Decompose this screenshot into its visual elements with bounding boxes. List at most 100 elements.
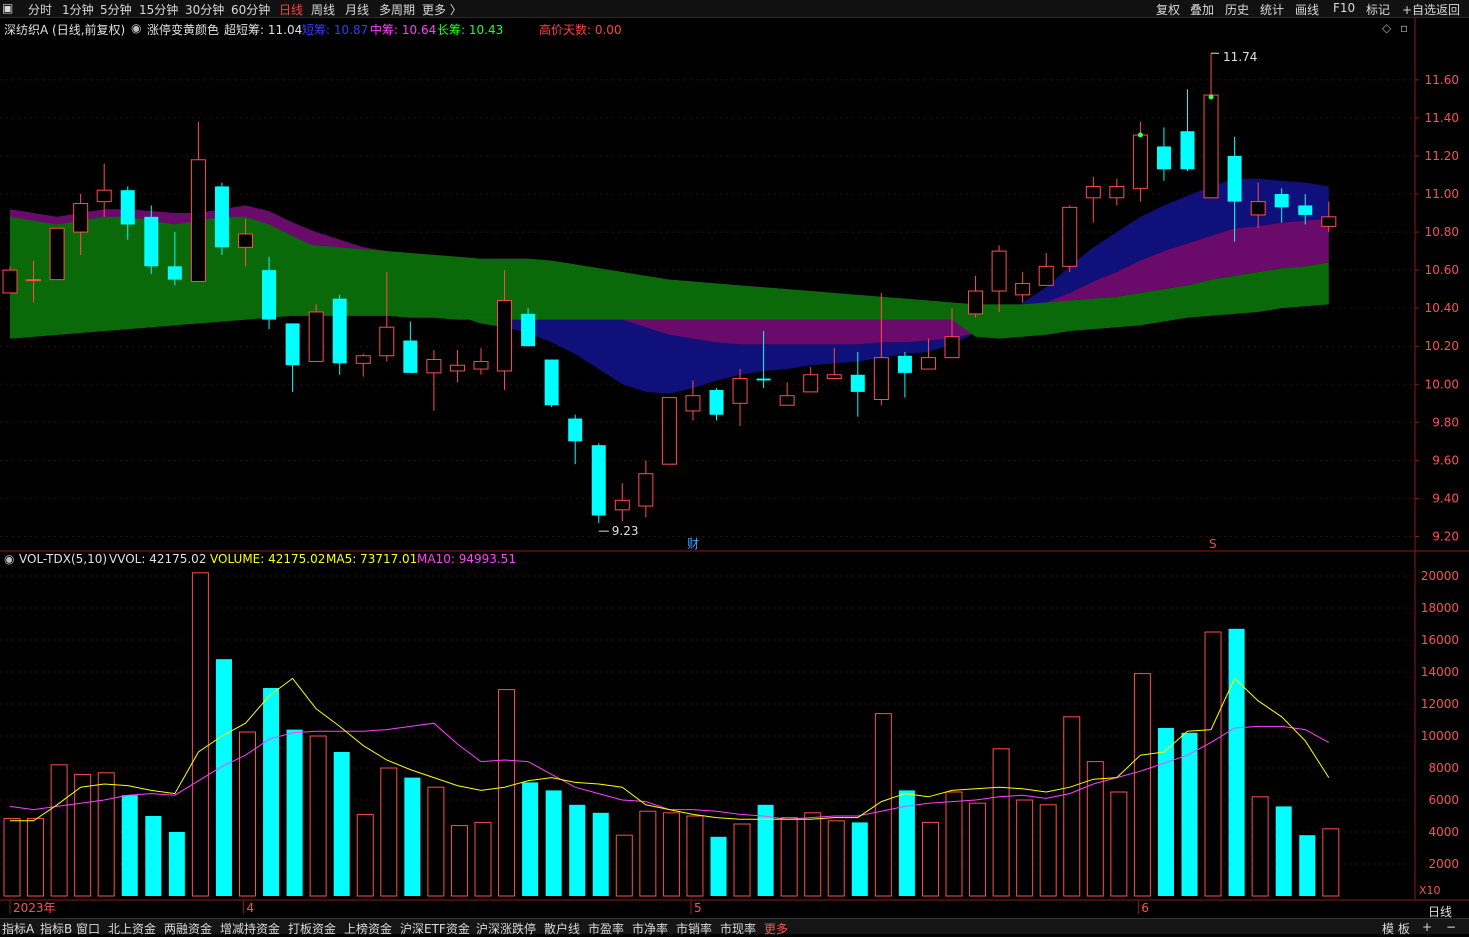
bottom-control[interactable]: + [1422,920,1432,934]
indicator-tab[interactable]: 指标A [2,920,34,937]
vvol-value: VVOL: 42175.02 [109,552,207,566]
toolbar-button[interactable]: 画线 [1295,1,1319,18]
collapse-diamond-icon[interactable]: ◇ [1382,21,1391,35]
volume-bar [992,748,1010,897]
toolbar-button[interactable]: 标记 [1366,1,1390,18]
volume-bar [1133,673,1151,897]
volume-bar [662,812,680,897]
candle-body [120,190,135,225]
indicator-name[interactable]: 涨停变黄颜色 [147,21,219,38]
period-tab[interactable]: 周线 [311,1,335,18]
candle-body [1203,94,1219,199]
toolbar-button[interactable]: 返回 [1436,1,1460,18]
volume-bar [710,836,727,896]
volume-bar [309,735,327,897]
candle-body [732,378,748,404]
period-tab[interactable]: 分时 [28,1,52,18]
stock-chart[interactable]: 9.20 9.40 9.60 9.80 10.00 10.20 10.40 10.60 10.8… [0,18,1469,918]
indicator-tab[interactable]: 上榜资金 [344,920,392,937]
candle-body [449,364,465,372]
toolbar-button[interactable]: 叠加 [1190,1,1214,18]
candle-body [1015,282,1031,296]
price-tick-label: 9.60 [1432,453,1459,467]
volume-tick-label: 12000 [1421,697,1459,711]
period-tab[interactable]: 30分钟 [185,1,224,18]
candle-body [379,326,395,357]
volume-bar [733,823,751,897]
period-tab[interactable]: 1分钟 [62,1,94,18]
candle-body [521,313,536,347]
candle-body [1274,194,1289,208]
volume-bar [827,820,845,897]
indicator-tab[interactable]: 增减持资金 [220,920,280,937]
toolbar-button[interactable]: 复权 [1156,1,1180,18]
indicator-tab[interactable]: 更多 [764,920,788,937]
candle-body [49,227,65,281]
indicator-tab[interactable]: 两融资金 [164,920,212,937]
candle-body [473,360,489,370]
vol-title[interactable]: VOL-TDX(5,10) [19,552,107,566]
candle-body [1132,134,1148,189]
volume-tick-label: 14000 [1421,665,1459,679]
indicator-tab[interactable]: 市净率 [632,920,668,937]
volume-tick-label: 16000 [1421,633,1459,647]
volume-tick-label: 10000 [1421,729,1459,743]
finance-marker-icon: 财 [687,537,699,551]
volume-bar [215,659,232,896]
indicator-tab[interactable]: 市销率 [676,920,712,937]
toolbar-button[interactable]: 统计 [1260,1,1284,18]
indicator-dot-icon[interactable]: ◉ [131,21,141,35]
candle-body [544,359,559,406]
candle-body [1227,155,1242,202]
volume-bar [1110,791,1128,897]
vol-indicator-dot-icon[interactable]: ◉ [4,552,14,566]
indicator-tab[interactable]: 散户线 [544,920,580,937]
volume-bar [569,804,586,896]
settings-icon[interactable]: ▫ [1400,21,1408,35]
indicator-tab[interactable]: 市盈率 [588,920,624,937]
candle-body [685,395,701,412]
period-tab[interactable]: 日线 [279,1,303,18]
indicator-tab[interactable]: 北上资金 [108,920,156,937]
window-icon[interactable]: ▣ [2,1,13,15]
volume-bar [804,812,822,897]
volume-bar [427,786,445,897]
period-tab[interactable]: 60分钟 [231,1,270,18]
price-tick-label: 10.20 [1425,339,1459,353]
candle-body [850,374,865,392]
toolbar-button[interactable]: 历史 [1225,1,1249,18]
indicator-tab[interactable]: 打板资金 [288,920,336,937]
volume-bar [1275,806,1292,896]
toolbar-button[interactable]: +自选 [1402,1,1436,18]
date-label: 2023年 [13,901,56,915]
candle-body [96,189,112,203]
period-tab[interactable]: 月线 [345,1,369,18]
toolbar-button[interactable]: F10 [1333,1,1355,15]
volume-bar [1204,631,1222,897]
bottom-control[interactable]: − [1446,920,1456,934]
volume-tick-label: 2000 [1428,857,1459,871]
volume-bar [780,817,798,897]
volume-bar [333,752,350,896]
volume-bar [545,790,562,896]
period-tab[interactable]: 更多 〉 [422,1,462,18]
indicator-tab[interactable]: 沪深ETF资金 [400,920,470,937]
period-tab[interactable]: 15分钟 [139,1,178,18]
candle-body [591,445,606,516]
period-tab[interactable]: 多周期 [379,1,415,18]
volume-tick-label: 20000 [1421,569,1459,583]
indicator-tab[interactable]: 窗口 [76,920,100,937]
bottom-control[interactable]: 模 板 [1382,920,1410,937]
indicator-tab[interactable]: 市现率 [720,920,756,937]
period-tab[interactable]: 5分钟 [100,1,132,18]
super-short-value: 超短筹: 11.04 [224,23,303,37]
price-tick-label: 9.20 [1432,529,1459,543]
volume-tick-label: 18000 [1421,601,1459,615]
volume-bar [1039,804,1057,897]
volume-bar [50,764,68,897]
indicator-tab[interactable]: 指标B [40,920,72,937]
candle-body [73,203,89,233]
indicator-tab-bar: 指标A 指标B 窗口 北上资金 两融资金 增减持资金 打板资金 上榜资金 沪深ETF资金 沪深涨跌… [0,918,1469,937]
candle-body [873,357,889,400]
indicator-tab[interactable]: 沪深涨跌停 [476,920,536,937]
